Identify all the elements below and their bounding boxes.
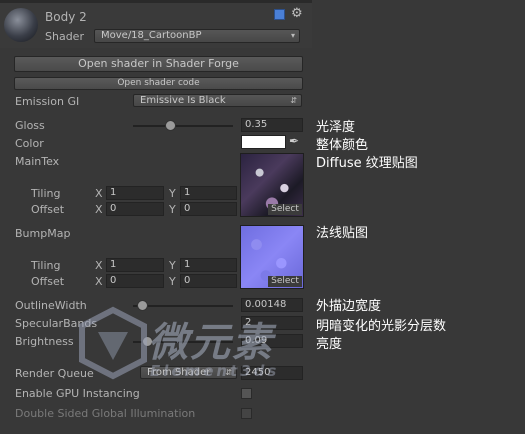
outline-width-label: OutlineWidth	[15, 299, 87, 312]
gloss-value-field[interactable]: 0.35	[241, 118, 303, 132]
outline-width-annotation: 外描边宽度	[316, 299, 382, 314]
dropdown-arrow-icon: ▾	[290, 31, 295, 40]
maintex-label: MainTex	[15, 155, 60, 168]
bumpmap-offset-y-label: Y	[169, 275, 176, 288]
emission-gi-label: Emission GI	[15, 95, 80, 108]
maintex-select-button[interactable]: Select	[268, 204, 302, 215]
double-sided-gi-label: Double Sided Global Illumination	[15, 407, 196, 420]
gear-icon[interactable]: ⚙	[291, 6, 303, 21]
shader-label: Shader	[45, 30, 84, 43]
bumpmap-offset-y-field[interactable]: 0	[180, 274, 237, 288]
maintex-tiling-x-label: X	[95, 187, 103, 200]
open-shader-code-button[interactable]: Open shader code	[14, 77, 303, 90]
bumpmap-annotation: 法线贴图	[316, 226, 369, 241]
maintex-tiling-y-label: Y	[169, 187, 176, 200]
bumpmap-tiling-label: Tiling	[31, 259, 61, 272]
watermark-logo-text: 微元素	[148, 320, 274, 366]
brightness-label: Brightness	[15, 335, 74, 348]
gloss-slider-thumb[interactable]	[165, 120, 176, 131]
maintex-offset-x-label: X	[95, 203, 103, 216]
bumpmap-offset-x-field[interactable]: 0	[106, 274, 164, 288]
bumpmap-offset-x-label: X	[95, 275, 103, 288]
shader-dropdown[interactable]: Move/18_CartoonBP ▾	[94, 29, 300, 43]
material-preview-thumbnail[interactable]	[4, 8, 38, 42]
gloss-slider-track[interactable]	[133, 125, 233, 127]
open-shader-forge-button[interactable]: Open shader in Shader Forge	[14, 56, 303, 72]
emission-gi-dropdown[interactable]: Emissive Is Black ⇵	[133, 94, 302, 107]
bumpmap-tiling-x-field[interactable]: 1	[106, 258, 164, 272]
watermark-logo-emblem	[79, 306, 147, 380]
maintex-offset-y-field[interactable]: 0	[180, 202, 237, 216]
double-sided-gi-checkbox[interactable]	[241, 408, 252, 419]
specular-bands-annotation: 明暗变化的光影分层数	[316, 319, 447, 334]
maintex-texture-slot[interactable]: Select	[240, 153, 304, 217]
emission-gi-value: Emissive Is Black	[140, 95, 226, 106]
shader-dropdown-value: Move/18_CartoonBP	[101, 30, 202, 41]
bumpmap-tiling-y-label: Y	[169, 259, 176, 272]
tab-strip	[0, 0, 312, 3]
bumpmap-tiling-x-label: X	[95, 259, 103, 272]
gloss-label: Gloss	[15, 119, 45, 132]
bumpmap-texture-slot[interactable]: Select	[240, 225, 304, 289]
maintex-offset-x-field[interactable]: 0	[106, 202, 164, 216]
brightness-annotation: 亮度	[316, 337, 343, 352]
bumpmap-tiling-y-field[interactable]: 1	[180, 258, 237, 272]
help-book-icon[interactable]	[274, 9, 285, 20]
watermark-sub-text: Element3ds	[150, 362, 280, 380]
gloss-annotation: 光泽度	[316, 120, 356, 135]
bumpmap-label: BumpMap	[15, 227, 71, 240]
gpu-instancing-checkbox[interactable]	[241, 388, 252, 399]
bumpmap-offset-label: Offset	[31, 275, 65, 288]
gpu-instancing-label: Enable GPU Instancing	[15, 387, 140, 400]
maintex-offset-label: Offset	[31, 203, 65, 216]
bumpmap-select-button[interactable]: Select	[268, 276, 302, 287]
material-name: Body 2	[45, 10, 87, 24]
eyedropper-icon[interactable]: ✒	[289, 134, 299, 148]
maintex-offset-y-label: Y	[169, 203, 176, 216]
maintex-tiling-x-field[interactable]: 1	[106, 186, 164, 200]
maintex-annotation: Diffuse 纹理贴图	[316, 156, 418, 171]
color-label: Color	[15, 137, 44, 150]
maintex-tiling-label: Tiling	[31, 187, 61, 200]
color-annotation: 整体颜色	[316, 138, 369, 153]
outline-width-slider-track[interactable]	[133, 305, 233, 307]
maintex-tiling-y-field[interactable]: 1	[180, 186, 237, 200]
dropdown-arrow-icon: ⇵	[290, 96, 297, 105]
color-swatch[interactable]	[241, 135, 286, 149]
